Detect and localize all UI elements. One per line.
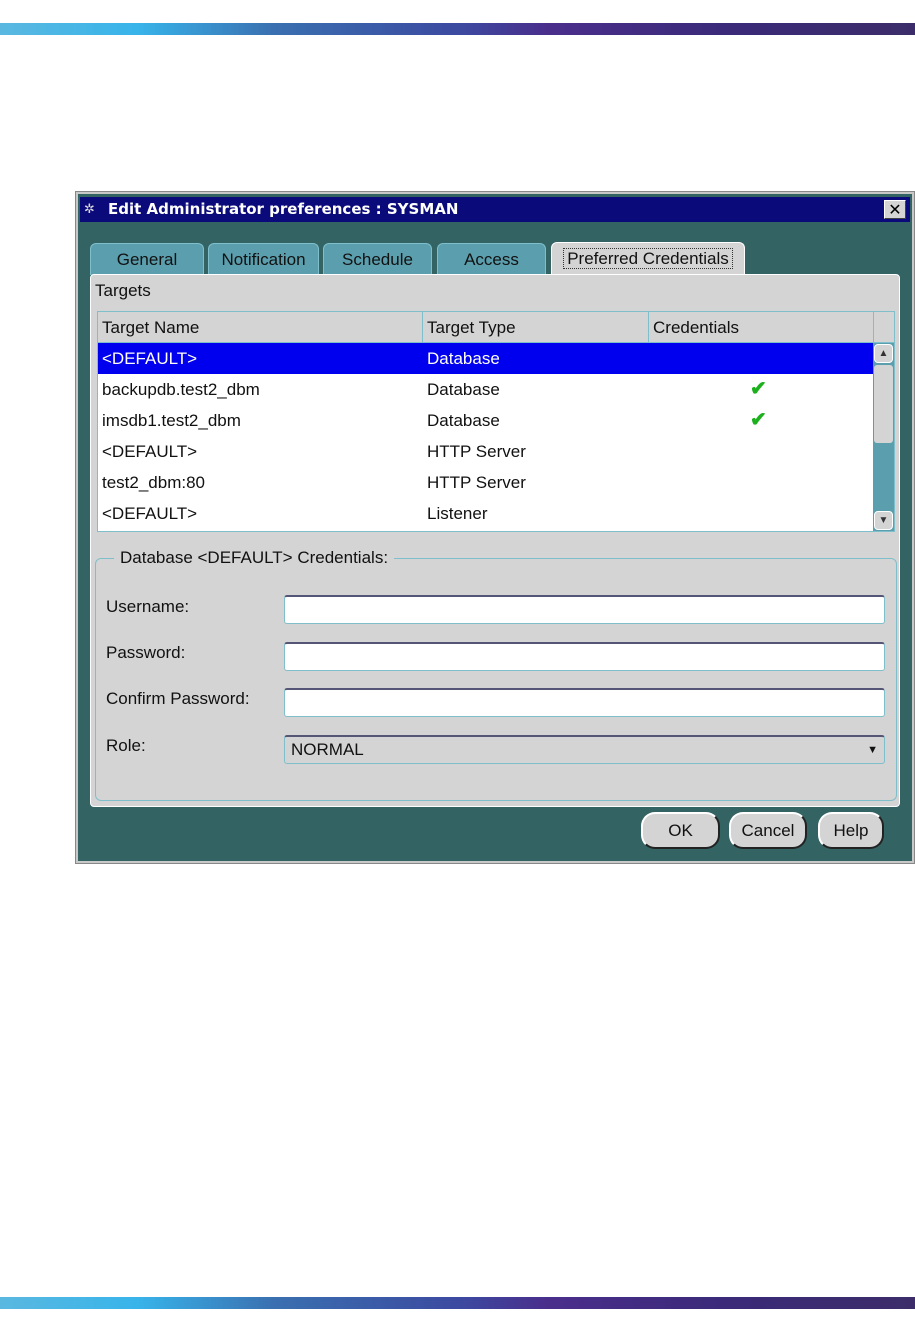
target-type: Listener	[427, 504, 488, 523]
column-header-credentials[interactable]: Credentials	[649, 312, 874, 343]
check-icon: ✔	[750, 378, 767, 400]
tab-preferred-credentials[interactable]: Preferred Credentials	[551, 242, 745, 276]
scroll-down-button[interactable]: ▼	[874, 511, 893, 530]
target-name: imsdb1.test2_dbm	[102, 411, 241, 430]
target-type: Database	[427, 380, 500, 399]
credentials-legend: Database <DEFAULT> Credentials:	[114, 548, 395, 568]
cancel-button[interactable]: Cancel	[729, 812, 807, 849]
tab-notification[interactable]: Notification	[208, 243, 319, 275]
target-type: HTTP Server	[427, 442, 526, 461]
role-select[interactable]: NORMAL ▼	[284, 735, 885, 764]
title-bar: ✲ Edit Administrator preferences : SYSMA…	[80, 197, 910, 222]
header-band	[0, 23, 915, 35]
footer-band	[0, 1297, 915, 1309]
confirm-password-label: Confirm Password:	[106, 689, 250, 708]
column-header-target-type[interactable]: Target Type	[423, 312, 649, 343]
ok-button[interactable]: OK	[641, 812, 720, 849]
chevron-down-icon: ▼	[867, 744, 878, 756]
vertical-scrollbar[interactable]: ▲ ▼	[873, 343, 894, 531]
target-type: HTTP Server	[427, 473, 526, 492]
table-row[interactable]: backupdb.test2_dbm Database ✔	[98, 374, 874, 405]
help-button[interactable]: Help	[818, 812, 884, 849]
close-button[interactable]: ✕	[884, 200, 906, 219]
tab-schedule[interactable]: Schedule	[323, 243, 432, 275]
tab-general[interactable]: General	[90, 243, 204, 275]
scroll-up-button[interactable]: ▲	[874, 344, 893, 363]
target-name: backupdb.test2_dbm	[102, 380, 260, 399]
target-name: <DEFAULT>	[102, 504, 198, 523]
column-header-target-name[interactable]: Target Name	[98, 312, 423, 343]
column-header-corner	[874, 312, 894, 343]
targets-table: Target Name Target Type Credentials <DEF…	[97, 311, 895, 532]
tab-panel: Targets Target Name Target Type Credenti…	[90, 274, 900, 807]
role-value: NORMAL	[291, 740, 364, 759]
password-input[interactable]	[284, 642, 885, 671]
target-type: Database	[427, 411, 500, 430]
target-name: <DEFAULT>	[102, 349, 198, 368]
tab-label: Preferred Credentials	[563, 248, 733, 269]
table-row[interactable]: imsdb1.test2_dbm Database ✔	[98, 405, 874, 436]
target-name: test2_dbm:80	[102, 473, 206, 492]
tab-access[interactable]: Access	[437, 243, 546, 275]
table-row[interactable]: <DEFAULT> HTTP Server	[98, 436, 874, 467]
confirm-password-input[interactable]	[284, 688, 885, 717]
dialog-title: Edit Administrator preferences : SYSMAN	[108, 200, 459, 218]
target-type: Database	[427, 349, 500, 368]
target-name: <DEFAULT>	[102, 442, 198, 461]
check-icon: ✔	[750, 409, 767, 431]
role-label: Role:	[106, 736, 146, 755]
table-row[interactable]: <DEFAULT> Listener	[98, 498, 874, 529]
username-label: Username:	[106, 597, 190, 616]
scroll-thumb[interactable]	[874, 365, 893, 443]
app-icon: ✲	[84, 202, 95, 217]
table-row[interactable]: test2_dbm:80 HTTP Server	[98, 467, 874, 498]
password-label: Password:	[106, 643, 186, 662]
targets-label: Targets	[95, 281, 151, 300]
credentials-group: Database <DEFAULT> Credentials: Username…	[95, 548, 897, 801]
table-row[interactable]: <DEFAULT> Database	[98, 343, 874, 374]
edit-preferences-dialog: ✲ Edit Administrator preferences : SYSMA…	[75, 191, 915, 864]
username-input[interactable]	[284, 595, 885, 624]
